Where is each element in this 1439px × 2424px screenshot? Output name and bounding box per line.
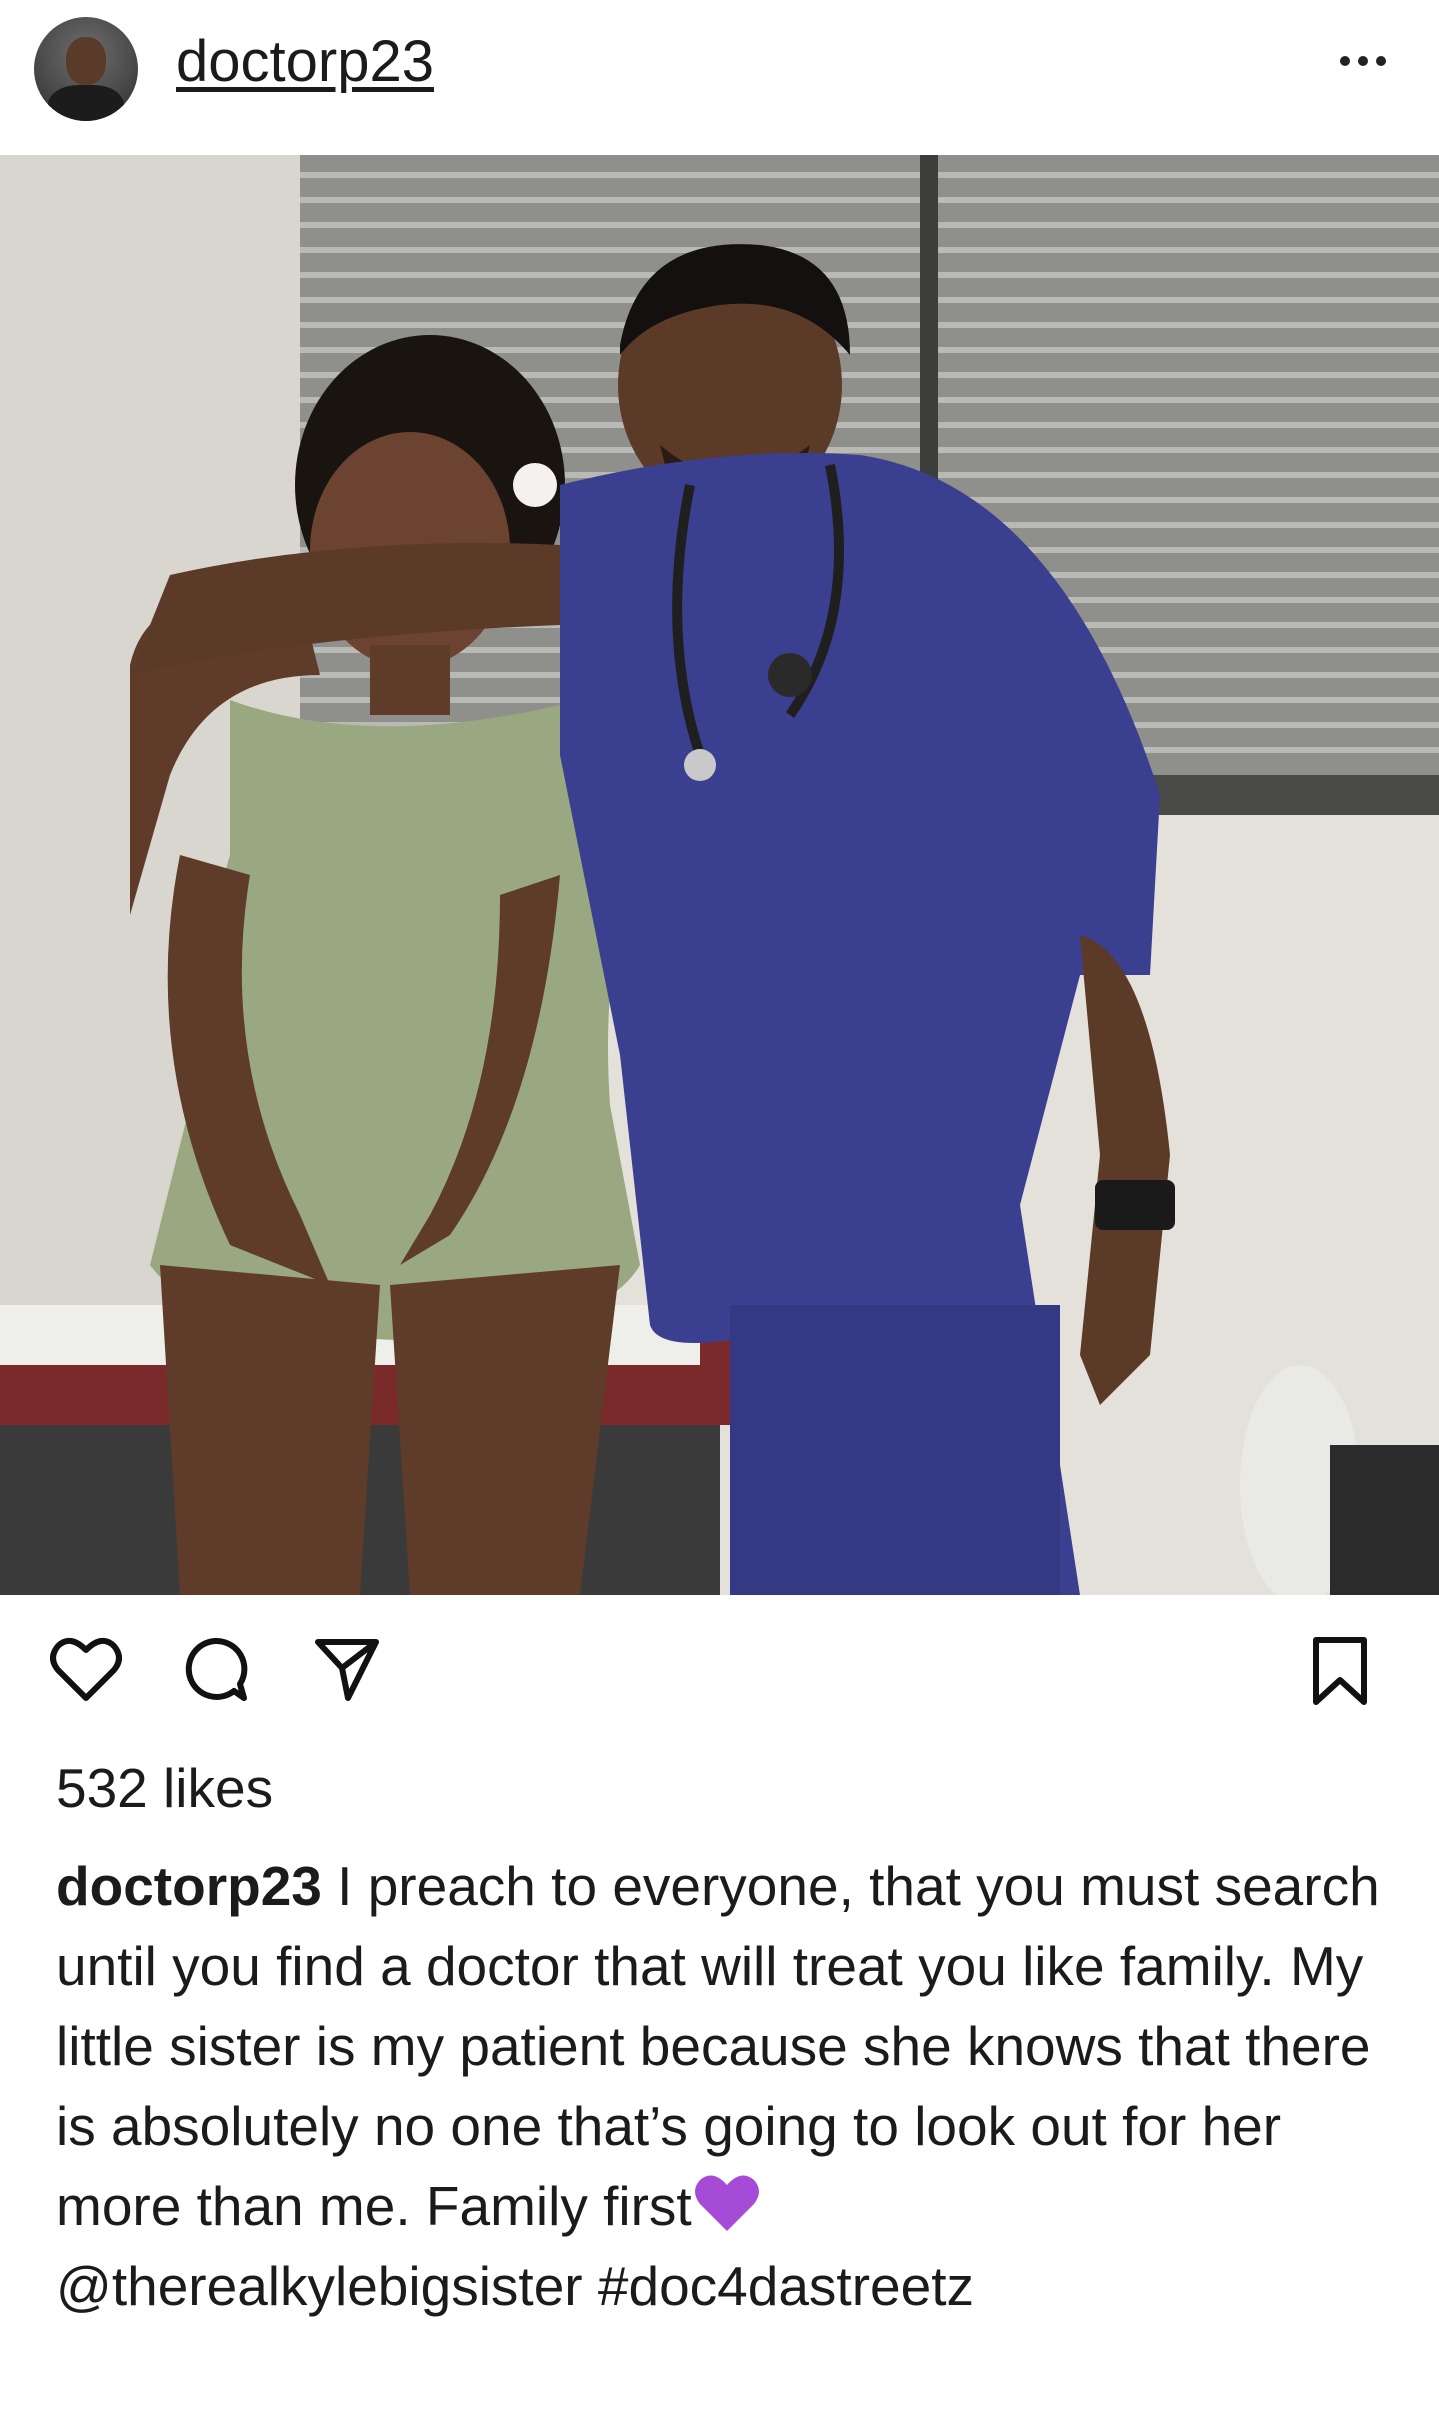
post-header: doctorp23 <box>0 0 1439 155</box>
caption-mention[interactable]: @therealkylebigsister <box>56 2255 583 2317</box>
caption-hashtag[interactable]: #doc4dastreetz <box>598 2255 974 2317</box>
comment-icon[interactable] <box>182 1636 248 1702</box>
likes-count[interactable]: 532 likes <box>56 1756 273 1820</box>
post-photo[interactable] <box>0 155 1439 1595</box>
post-actions <box>0 1596 1439 1726</box>
save-icon[interactable] <box>1310 1636 1370 1706</box>
caption-username[interactable]: doctorp23 <box>56 1855 322 1917</box>
purple-heart-icon <box>694 2175 759 2232</box>
photo-illustration <box>0 155 1439 1595</box>
avatar-body <box>48 85 124 121</box>
heart-icon[interactable] <box>50 1636 122 1702</box>
share-icon[interactable] <box>314 1636 380 1702</box>
post-caption: doctorp23 I preach to everyone, that you… <box>56 1846 1386 2326</box>
avatar-face <box>66 37 106 85</box>
username-link[interactable]: doctorp23 <box>176 28 434 95</box>
avatar[interactable] <box>34 17 138 121</box>
more-options-icon[interactable] <box>1340 56 1400 72</box>
